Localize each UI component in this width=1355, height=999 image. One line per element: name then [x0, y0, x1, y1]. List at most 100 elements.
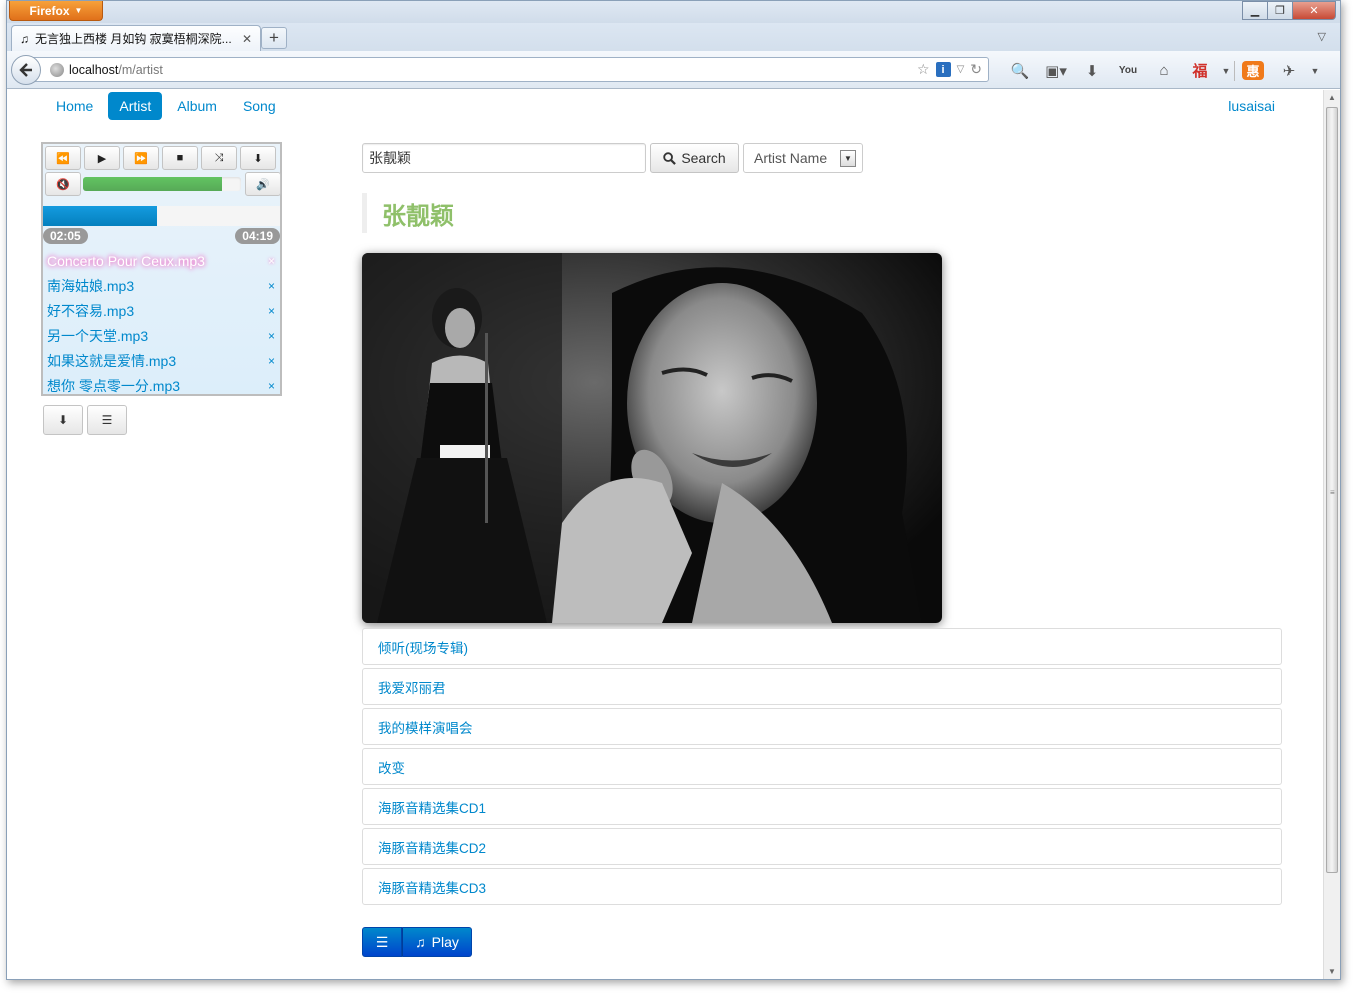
close-window-button[interactable]: ✕ — [1292, 1, 1336, 20]
music-player: ⏪ ▶ ⏩ ■ ⤨ ⬇ 🔇 🔊 02:05 04:19 Concerto Pou… — [41, 142, 282, 396]
nav-song[interactable]: Song — [232, 92, 287, 120]
album-list-item[interactable]: 改变 — [362, 748, 1282, 785]
remove-track-icon[interactable]: × — [268, 379, 275, 393]
progress-fill — [43, 206, 157, 226]
album-list-item[interactable]: 海豚音精选集CD2 — [362, 828, 1282, 865]
play-button[interactable]: ▶ — [84, 146, 120, 170]
downloads-icon[interactable]: ⬇ — [1074, 62, 1110, 80]
site-nav: Home Artist Album Song — [45, 92, 287, 120]
menu-chevron-icon[interactable]: ▼ — [1307, 66, 1323, 76]
tab-list-chevron-icon[interactable]: ▽ — [1318, 30, 1326, 43]
web-page: Home Artist Album Song lusaisai ⏪ ▶ ⏩ ■ … — [7, 90, 1317, 979]
repeat-down-button[interactable]: ⬇ — [240, 146, 276, 170]
remove-track-icon[interactable]: × — [268, 354, 275, 368]
album-list-item[interactable]: 海豚音精选集CD3 — [362, 868, 1282, 905]
youtube-icon[interactable]: You — [1110, 65, 1146, 76]
playlist-item-name: 好不容易.mp3 — [47, 302, 135, 319]
addon-hui-icon[interactable]: 惠 — [1242, 61, 1264, 80]
playlist-item[interactable]: Concerto Pour Ceux.mp3 × — [43, 248, 280, 273]
url-path: /m/artist — [118, 62, 163, 77]
progress-bar[interactable] — [43, 206, 280, 226]
firefox-menu-button[interactable]: Firefox ▼ — [9, 1, 103, 21]
download-button[interactable]: ⬇ — [43, 405, 83, 435]
title-bar: Firefox ▼ ▁ ❐ ✕ — [7, 1, 1340, 25]
nav-home[interactable]: Home — [45, 92, 104, 120]
volume-max-button[interactable]: 🔊 — [245, 172, 281, 196]
new-tab-button[interactable]: + — [261, 27, 287, 49]
playlist-item-name: 另一个天堂.mp3 — [47, 327, 149, 344]
artist-name-heading: 张靓颖 — [362, 193, 454, 233]
playlist: Concerto Pour Ceux.mp3 × 南海姑娘.mp3 × 好不容易.mp3… — [43, 248, 280, 398]
browser-navigation-bar: localhost/m/artist ☆ i ▽ ↻ 🔍 ▣▾ ⬇ You ⌂ … — [7, 51, 1340, 89]
album-list-item[interactable]: 我的模样演唱会 — [362, 708, 1282, 745]
search-type-select[interactable]: Artist Name ▼ — [743, 143, 863, 173]
playlist-item[interactable]: 好不容易.mp3 × — [43, 298, 280, 323]
next-button[interactable]: ⏩ — [123, 146, 159, 170]
volume-bar[interactable] — [83, 177, 241, 191]
home-icon[interactable]: ⌂ — [1146, 62, 1182, 79]
search-input[interactable]: 张靓颖 — [362, 143, 646, 173]
playlist-item[interactable]: 如果这就是爱情.mp3 × — [43, 348, 280, 373]
search-button-label: Search — [681, 150, 726, 166]
play-button-group: ☰ ♫ Play — [362, 927, 472, 957]
search-engine-icon[interactable]: 🔍 — [1002, 62, 1038, 80]
playlist-toggle-button[interactable]: ☰ — [87, 405, 127, 435]
previous-button[interactable]: ⏪ — [45, 146, 81, 170]
back-button[interactable] — [11, 55, 41, 85]
list-view-button[interactable]: ☰ — [362, 927, 402, 957]
browser-tab[interactable]: ♫ 无言独上西楼 月如钩 寂寞梧桐深院... ✕ — [11, 25, 261, 51]
search-button[interactable]: Search — [650, 143, 739, 173]
select-arrow-icon: ▼ — [840, 150, 856, 167]
playlist-item[interactable]: 南海姑娘.mp3 × — [43, 273, 280, 298]
album-list-item[interactable]: 倾听(现场专辑) — [362, 628, 1282, 665]
bookmark-star-icon[interactable]: ☆ — [917, 61, 930, 78]
search-type-value: Artist Name — [754, 150, 828, 166]
addon-dropdown-icon[interactable]: ▼ — [1218, 66, 1234, 76]
info-icon[interactable]: i — [935, 62, 951, 77]
addon-fu-icon[interactable]: 福 — [1182, 60, 1218, 81]
album-list: 倾听(现场专辑) 我爱邓丽君 我的模样演唱会 改变 海豚音精选集CD1 海豚音精选集CD2… — [362, 628, 1282, 908]
remove-track-icon[interactable]: × — [268, 329, 275, 343]
close-tab-icon[interactable]: ✕ — [242, 32, 252, 46]
history-dropdown-icon[interactable]: ▽ — [957, 64, 965, 75]
list-icon: ☰ — [375, 933, 389, 950]
duration-time: 04:19 — [235, 228, 280, 244]
nav-artist[interactable]: Artist — [108, 92, 163, 120]
user-link[interactable]: lusaisai — [1228, 98, 1275, 114]
remove-track-icon[interactable]: × — [268, 279, 275, 293]
url-host: localhost — [69, 62, 119, 77]
artist-photo — [362, 253, 942, 623]
playlist-item-name: 南海姑娘.mp3 — [47, 277, 135, 294]
addon-tool-icon[interactable]: ✈ — [1271, 62, 1307, 80]
nav-album[interactable]: Album — [166, 92, 228, 120]
maximize-button[interactable]: ❐ — [1267, 1, 1293, 20]
play-all-button[interactable]: ♫ Play — [402, 927, 472, 957]
scroll-up-arrow-icon[interactable]: ▲ — [1324, 90, 1340, 106]
vertical-scrollbar[interactable]: ▲ ≡ ▼ — [1323, 90, 1340, 979]
play-label: Play — [431, 934, 459, 950]
url-bar[interactable]: localhost/m/artist ☆ i ▽ ↻ — [33, 57, 989, 82]
playlist-item[interactable]: 想你 零点零一分.mp3 × — [43, 373, 280, 398]
music-note-icon: ♫ — [415, 934, 426, 950]
search-icon — [663, 151, 677, 165]
remove-track-icon[interactable]: × — [268, 304, 275, 318]
playlist-item-name: Concerto Pour Ceux.mp3 — [47, 252, 205, 269]
mute-button[interactable]: 🔇 — [45, 172, 81, 196]
elapsed-time: 02:05 — [43, 228, 88, 244]
scroll-down-arrow-icon[interactable]: ▼ — [1324, 964, 1340, 979]
music-note-icon: ♫ — [20, 31, 29, 46]
shuffle-button[interactable]: ⤨ — [201, 146, 237, 170]
tab-title: 无言独上西楼 月如钩 寂寞梧桐深院... — [35, 32, 232, 46]
album-list-item[interactable]: 海豚音精选集CD1 — [362, 788, 1282, 825]
stop-button[interactable]: ■ — [162, 146, 198, 170]
dropdown-arrow-icon: ▼ — [74, 6, 83, 15]
remove-track-icon[interactable]: × — [268, 254, 275, 268]
reload-icon[interactable]: ↻ — [970, 61, 982, 78]
browser-window: Firefox ▼ ▁ ❐ ✕ ♫ 无言独上西楼 月如钩 寂寞梧桐深院... ✕ … — [6, 0, 1341, 980]
album-list-item[interactable]: 我爱邓丽君 — [362, 668, 1282, 705]
scroll-thumb[interactable]: ≡ — [1326, 107, 1338, 873]
playlist-item[interactable]: 另一个天堂.mp3 × — [43, 323, 280, 348]
globe-icon — [50, 62, 64, 77]
bookmarks-menu-icon[interactable]: ▣▾ — [1038, 62, 1074, 80]
minimize-button[interactable]: ▁ — [1242, 1, 1268, 20]
